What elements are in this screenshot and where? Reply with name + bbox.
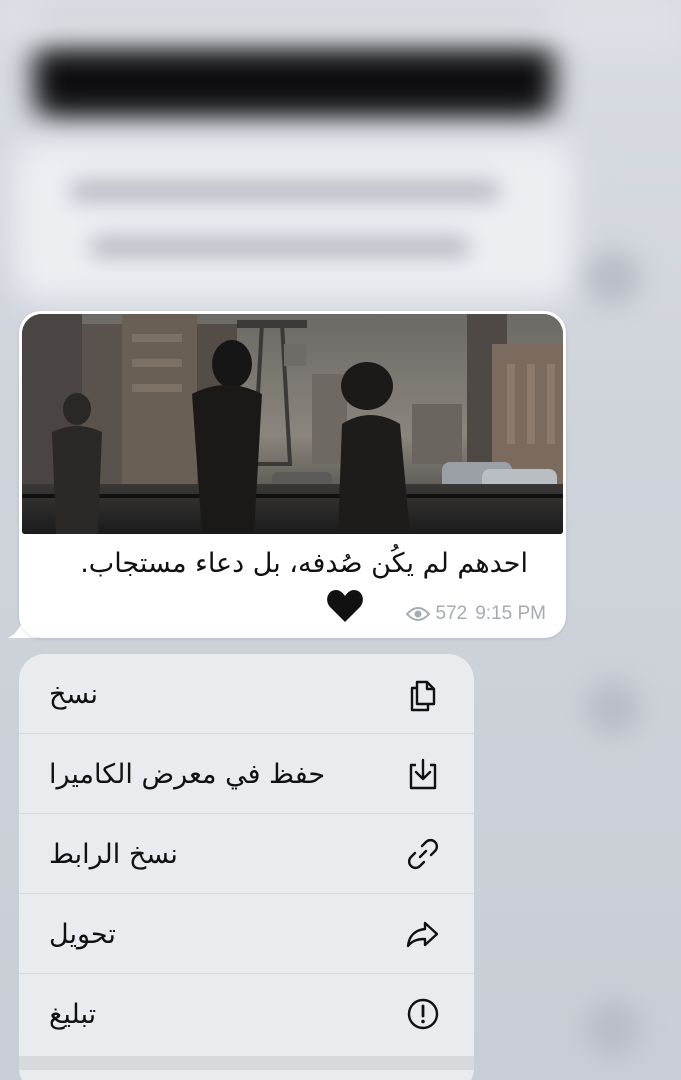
report-icon bbox=[407, 998, 439, 1030]
message-meta: 572 9:15 PM bbox=[405, 603, 546, 625]
forward-icon bbox=[406, 921, 439, 948]
blurred-text-line bbox=[70, 180, 500, 202]
menu-item-save-to-camera-roll[interactable]: حفظ في معرض الكاميرا bbox=[19, 734, 474, 814]
eye-icon bbox=[405, 607, 430, 621]
black-heart-emoji bbox=[327, 590, 363, 622]
views-value: 572 bbox=[435, 603, 468, 624]
blurred-avatar bbox=[585, 1000, 641, 1056]
message-time: 9:15 PM bbox=[475, 603, 546, 624]
menu-item-label: تحويل bbox=[49, 918, 116, 950]
menu-item-label: نسخ الرابط bbox=[49, 838, 178, 870]
menu-item-report[interactable]: تبليغ bbox=[19, 974, 474, 1054]
menu-item-copy[interactable]: نسخ bbox=[19, 654, 474, 734]
blurred-avatar bbox=[585, 680, 641, 736]
menu-item-forward[interactable]: تحويل bbox=[19, 894, 474, 974]
menu-separator bbox=[19, 1056, 474, 1070]
menu-item-label: نسخ bbox=[49, 678, 99, 710]
message-caption: احدهم لم يكُن صُدفه، بل دعاء مستجاب. bbox=[80, 548, 528, 579]
menu-item-copy-link[interactable]: نسخ الرابط bbox=[19, 814, 474, 894]
blurred-avatar bbox=[585, 250, 641, 306]
copy-icon bbox=[410, 680, 436, 712]
menu-item-label: تبليغ bbox=[49, 998, 97, 1030]
save-to-camera-roll-icon bbox=[409, 758, 437, 790]
view-count: 572 bbox=[405, 603, 468, 625]
context-menu: نسخ حفظ في معرض الكاميرا نسخ الرابط تحوي… bbox=[19, 654, 474, 1080]
message-bubble[interactable]: احدهم لم يكُن صُدفه، بل دعاء مستجاب. 572… bbox=[19, 311, 566, 638]
blurred-strip bbox=[0, 0, 681, 48]
blurred-message bbox=[14, 140, 574, 300]
link-icon bbox=[408, 839, 438, 869]
blurred-text-line bbox=[90, 236, 470, 258]
menu-item-label: حفظ في معرض الكاميرا bbox=[49, 758, 326, 790]
video-thumbnail[interactable] bbox=[22, 314, 563, 534]
